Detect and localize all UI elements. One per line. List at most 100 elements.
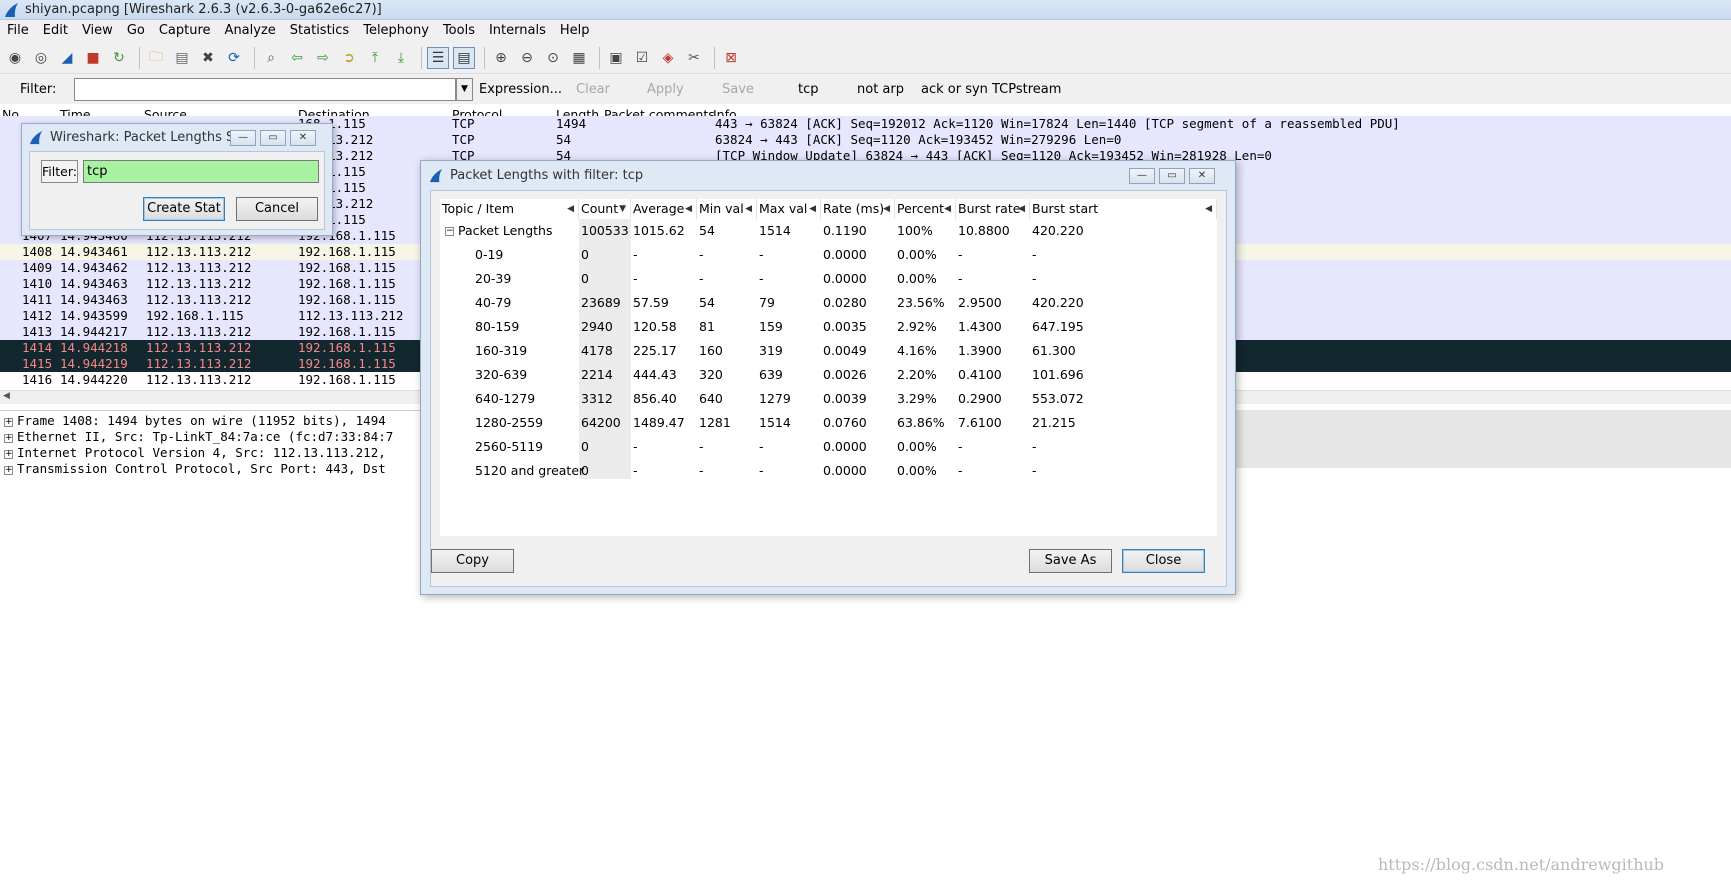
menu-tools[interactable]: Tools: [436, 20, 482, 42]
display-filters-icon[interactable]: ☑: [631, 47, 653, 69]
column-resize-icon: ◀: [685, 204, 692, 214]
stats-column-header[interactable]: Average ◀: [631, 199, 697, 219]
expand-icon[interactable]: +: [4, 466, 13, 475]
resize-columns-icon[interactable]: ▦: [568, 47, 590, 69]
help-icon[interactable]: ⊠: [720, 47, 742, 69]
stats-column-header[interactable]: Topic / Item ◀: [440, 199, 579, 219]
maximize-icon[interactable]: ▭: [260, 130, 286, 146]
zoom-normal-icon[interactable]: ⊙: [542, 47, 564, 69]
menu-capture[interactable]: Capture: [152, 20, 218, 42]
coloring-rules-icon[interactable]: ◈: [657, 47, 679, 69]
restart-capture-icon[interactable]: ↻: [108, 47, 130, 69]
stats-cell: 0.00%: [897, 247, 937, 262]
save-filter-button[interactable]: Save: [722, 82, 754, 97]
clear-button[interactable]: Clear: [576, 82, 610, 97]
stats-row[interactable]: 320-639 2214 444.43 320 639 0.0026 2.20% 0.4100…: [440, 363, 1217, 387]
detail-row-frame[interactable]: + Frame 1408: 1494 bytes on wire (11952 b…: [4, 413, 386, 429]
expression-button[interactable]: Expression...: [479, 82, 562, 97]
apply-button[interactable]: Apply: [647, 82, 684, 97]
stats-row[interactable]: 5120 and greater 0 - - - 0.0000 0.00% - -: [440, 459, 1217, 483]
stats-column-header[interactable]: Rate (ms) ◀: [821, 199, 895, 219]
main-toolbar: ◉ ◎ ◢ ■ ↻ 🗀 ▤ ✖ ⟳ ⌕ ⇦ ⇨ ➲ ⤒ ⤓ ☰ ▤ ⊕ ⊖ ⊙ …: [0, 42, 1731, 74]
menu-help[interactable]: Help: [553, 20, 597, 42]
filter-dropdown-button[interactable]: ▼: [456, 78, 473, 101]
menu-view[interactable]: View: [75, 20, 120, 42]
stats-column-header[interactable]: Burst start ◀: [1030, 199, 1217, 219]
maximize-icon[interactable]: ▭: [1159, 168, 1185, 184]
go-to-packet-icon[interactable]: ➲: [338, 47, 360, 69]
zoom-out-icon[interactable]: ⊖: [516, 47, 538, 69]
expand-icon[interactable]: +: [4, 450, 13, 459]
expand-icon[interactable]: +: [4, 434, 13, 443]
detail-row-tcp[interactable]: + Transmission Control Protocol, Src Port…: [4, 461, 386, 477]
close-file-icon[interactable]: ✖: [197, 47, 219, 69]
filter-bookmark-tcp[interactable]: tcp: [798, 82, 819, 97]
stats-row[interactable]: 2560-5119 0 - - - 0.0000 0.00% - -: [440, 435, 1217, 459]
go-back-icon[interactable]: ⇦: [286, 47, 308, 69]
stats-row[interactable]: 20-39 0 - - - 0.0000 0.00% - -: [440, 267, 1217, 291]
menu-internals[interactable]: Internals: [482, 20, 553, 42]
stats-cell: 20-39: [475, 271, 512, 286]
stats-column-header[interactable]: Percent ◀: [895, 199, 956, 219]
stats-column-header[interactable]: Max val ◀: [757, 199, 821, 219]
preferences-icon[interactable]: ✂: [683, 47, 705, 69]
go-last-icon[interactable]: ⤓: [390, 47, 412, 69]
stats-row[interactable]: 0-19 0 - - - 0.0000 0.00% - -: [440, 243, 1217, 267]
detail-row-ethernet[interactable]: + Ethernet II, Src: Tp-LinkT_84:7a:ce (fc…: [4, 429, 393, 445]
close-icon[interactable]: ✕: [1189, 168, 1215, 184]
stop-capture-icon[interactable]: ■: [82, 47, 104, 69]
filter-bookmark-ack-or-syn[interactable]: ack or syn: [921, 82, 988, 97]
copy-button[interactable]: Copy: [431, 549, 514, 573]
menu-analyze[interactable]: Analyze: [218, 20, 283, 42]
stats-row[interactable]: 1280-2559 64200 1489.47 1281 1514 0.0760 63.86…: [440, 411, 1217, 435]
save-as-button[interactable]: Save As: [1029, 549, 1112, 573]
close-icon[interactable]: ✕: [290, 130, 316, 146]
capture-filters-icon[interactable]: ▣: [605, 47, 627, 69]
collapse-icon[interactable]: −: [445, 227, 454, 236]
stats-column-header[interactable]: Min val ◀: [697, 199, 757, 219]
stats-row[interactable]: 80-159 2940 120.58 81 159 0.0035 2.92% 1.4300 64…: [440, 315, 1217, 339]
save-file-icon[interactable]: ▤: [171, 47, 193, 69]
stats-row[interactable]: 40-79 23689 57.59 54 79 0.0280 23.56% 2.9500 420…: [440, 291, 1217, 315]
auto-scroll-icon[interactable]: ▤: [453, 46, 475, 69]
reload-icon[interactable]: ⟳: [223, 47, 245, 69]
stats-cell: 1279: [759, 391, 791, 406]
detail-row-ip[interactable]: + Internet Protocol Version 4, Src: 112.1…: [4, 445, 386, 461]
packet-cell-src: 112.13.113.212: [146, 244, 252, 259]
stats-table[interactable]: Topic / Item ◀ Count ▼ Average ◀ Min val ◀ Max v…: [440, 199, 1217, 536]
zoom-in-icon[interactable]: ⊕: [490, 47, 512, 69]
stats-cell: 21.215: [1032, 415, 1076, 430]
minimize-icon[interactable]: —: [1129, 168, 1155, 184]
find-packet-icon[interactable]: ⌕: [260, 47, 282, 69]
stats-cell: 0.0000: [823, 439, 867, 454]
display-filter-input[interactable]: [74, 78, 456, 101]
go-forward-icon[interactable]: ⇨: [312, 47, 334, 69]
packet-cell-src: 112.13.113.212: [146, 324, 252, 339]
menu-edit[interactable]: Edit: [36, 20, 75, 42]
cancel-button[interactable]: Cancel: [236, 197, 318, 221]
stat-filter-input[interactable]: tcp: [83, 160, 319, 183]
scroll-left-icon[interactable]: ◀: [3, 391, 10, 401]
menu-go[interactable]: Go: [120, 20, 152, 42]
open-file-icon[interactable]: 🗀: [145, 47, 167, 69]
create-stat-button[interactable]: Create Stat: [143, 197, 225, 221]
close-button[interactable]: Close: [1122, 549, 1205, 573]
stats-column-header[interactable]: Burst rate ◀: [956, 199, 1030, 219]
menu-file[interactable]: File: [0, 20, 36, 42]
stats-row-packet-lengths[interactable]: − Packet Lengths 100533 1015.62 54 1514 0.1190…: [440, 219, 1217, 243]
stats-row[interactable]: 640-1279 3312 856.40 640 1279 0.0039 3.29% 0.29…: [440, 387, 1217, 411]
minimize-icon[interactable]: —: [230, 130, 256, 146]
filter-bookmark-not-arp[interactable]: not arp: [857, 82, 904, 97]
capture-options-icon[interactable]: ◎: [30, 47, 52, 69]
expand-icon[interactable]: +: [4, 418, 13, 427]
stats-row[interactable]: 160-319 4178 225.17 160 319 0.0049 4.16% 1.3900…: [440, 339, 1217, 363]
menu-telephony[interactable]: Telephony: [356, 20, 436, 42]
filter-bookmark-tcpstream[interactable]: TCPstream: [992, 82, 1061, 97]
filter-label-button[interactable]: Filter:: [41, 160, 78, 183]
menu-statistics[interactable]: Statistics: [283, 20, 356, 42]
stats-column-header[interactable]: Count ▼: [579, 199, 631, 219]
go-first-icon[interactable]: ⤒: [364, 47, 386, 69]
start-capture-icon[interactable]: ◢: [56, 47, 78, 69]
colorize-icon[interactable]: ☰: [427, 46, 449, 69]
interfaces-icon[interactable]: ◉: [4, 47, 26, 69]
